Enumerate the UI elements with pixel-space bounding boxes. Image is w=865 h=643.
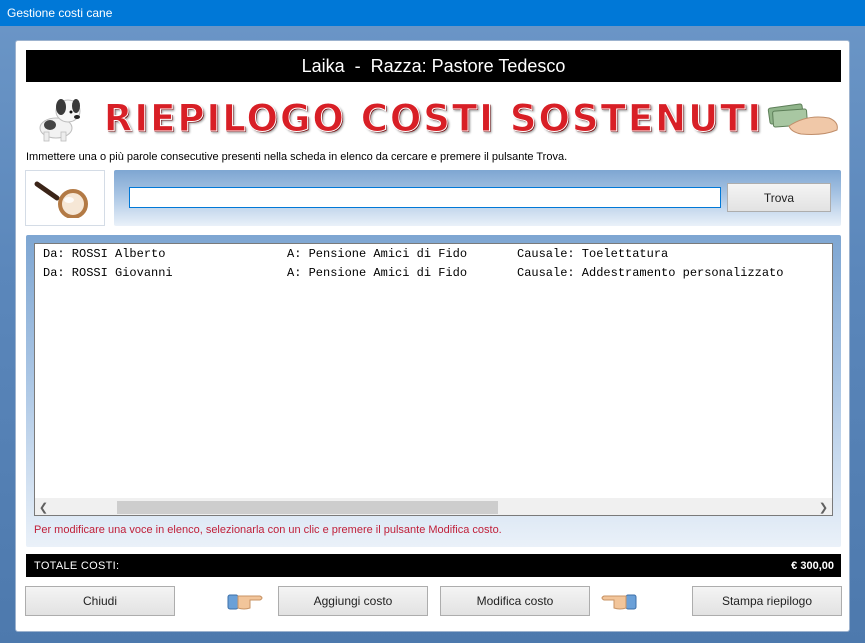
pointing-hand-icon bbox=[601, 594, 637, 610]
edit-hint: Per modificare una voce in elenco, selez… bbox=[34, 524, 502, 536]
list-item-from: Da: ROSSI Giovanni bbox=[43, 265, 173, 280]
banner-title: RIEPILOGO COSTI SOSTENUTI bbox=[103, 96, 764, 140]
list-item[interactable]: Da: ROSSI Alberto A: Pensione Amici di F… bbox=[35, 244, 832, 263]
close-button[interactable]: Chiudi bbox=[25, 586, 175, 616]
list-panel: Da: ROSSI Alberto A: Pensione Amici di F… bbox=[26, 235, 841, 547]
window-titlebar: Gestione costi cane bbox=[0, 0, 865, 26]
list-item-reason: Causale: Toelettatura bbox=[517, 246, 669, 261]
list-item[interactable]: Da: ROSSI Giovanni A: Pensione Amici di … bbox=[35, 263, 832, 282]
add-cost-button[interactable]: Aggiungi costo bbox=[278, 586, 428, 616]
list-item-to: A: Pensione Amici di Fido bbox=[287, 246, 468, 261]
magnifier-box bbox=[25, 170, 105, 226]
list-item-reason: Causale: Addestramento personalizzato bbox=[517, 265, 784, 280]
pointing-hand-icon bbox=[227, 594, 263, 610]
magnifier-icon bbox=[34, 181, 88, 218]
window-client-area: Laika - Razza: Pastore Tedesco RIEPILOGO… bbox=[0, 26, 865, 643]
total-bar: TOTALE COSTI: € 300,00 bbox=[26, 554, 841, 577]
hand-with-money-image bbox=[767, 103, 838, 135]
print-summary-button[interactable]: Stampa riepilogo bbox=[692, 586, 842, 616]
total-value: € 300,00 bbox=[791, 559, 834, 572]
window-title: Gestione costi cane bbox=[7, 6, 113, 20]
scroll-left-arrow-icon[interactable]: ❮ bbox=[35, 499, 52, 515]
horizontal-scrollbar[interactable]: ❮ ❯ bbox=[35, 498, 832, 515]
find-button[interactable]: Trova bbox=[727, 183, 831, 212]
search-panel: Trova bbox=[114, 170, 841, 226]
scroll-right-arrow-icon[interactable]: ❯ bbox=[815, 499, 832, 515]
puppy-dog-image bbox=[39, 99, 81, 142]
main-panel: Laika - Razza: Pastore Tedesco RIEPILOGO… bbox=[15, 40, 850, 632]
list-item-from: Da: ROSSI Alberto bbox=[43, 246, 166, 261]
edit-cost-button[interactable]: Modifica costo bbox=[440, 586, 590, 616]
banner: RIEPILOGO COSTI SOSTENUTI bbox=[26, 92, 841, 144]
dog-header-text: Laika - Razza: Pastore Tedesco bbox=[301, 55, 566, 76]
cost-listbox[interactable]: Da: ROSSI Alberto A: Pensione Amici di F… bbox=[34, 243, 833, 516]
list-item-to: A: Pensione Amici di Fido bbox=[287, 265, 468, 280]
search-input[interactable] bbox=[129, 187, 721, 208]
total-label: TOTALE COSTI: bbox=[34, 559, 120, 572]
scrollbar-thumb[interactable] bbox=[117, 501, 498, 514]
dog-header: Laika - Razza: Pastore Tedesco bbox=[26, 50, 841, 82]
search-instruction: Immettere una o più parole consecutive p… bbox=[26, 151, 568, 163]
